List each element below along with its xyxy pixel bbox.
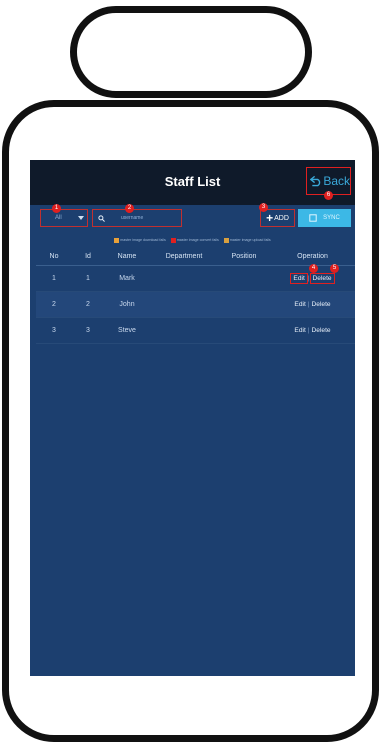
sync-button[interactable]: SYNC: [298, 209, 351, 227]
search-icon: [98, 214, 105, 222]
cell-name: Mark: [104, 265, 150, 292]
device-top-cap: [70, 6, 312, 98]
legend-item: master image convert fails: [170, 237, 219, 243]
table-row: 2 2 John Edit | Delete: [36, 291, 355, 318]
back-label: Back: [323, 174, 350, 188]
cell-department: [150, 265, 218, 292]
add-button[interactable]: + ADD: [260, 209, 295, 227]
delete-button[interactable]: Delete: [310, 301, 333, 308]
marker-3: 3: [259, 203, 268, 212]
staff-table: No Id Name Department Position Operation…: [36, 248, 355, 344]
delete-button[interactable]: Delete: [309, 273, 335, 284]
filter-value: All: [55, 215, 62, 221]
marker-5: 5: [330, 264, 339, 273]
cell-position: [218, 317, 270, 344]
sync-label: SYNC: [323, 215, 340, 221]
column-header-name: Name: [104, 248, 150, 266]
edit-button[interactable]: Edit: [290, 273, 308, 284]
column-header-id: Id: [72, 248, 104, 266]
cell-name: Steve: [104, 317, 150, 344]
legend-swatch: [170, 237, 176, 243]
legend-swatch: [114, 237, 120, 243]
legend-label: master image convert fails: [176, 238, 219, 242]
cell-no: 3: [36, 317, 72, 344]
marker-2: 2: [125, 204, 134, 213]
column-header-no: No: [36, 248, 72, 266]
cell-operation: Edit | Delete: [270, 291, 355, 318]
cell-id: 3: [72, 317, 104, 344]
sync-icon: [309, 214, 317, 222]
cell-id: 2: [72, 291, 104, 318]
back-arrow-icon: [310, 175, 321, 187]
plus-icon: +: [266, 211, 274, 225]
table-header-row: No Id Name Department Position Operation: [36, 248, 355, 266]
cell-position: [218, 265, 270, 292]
legend-item: master image upload fails: [223, 237, 271, 243]
cell-department: [150, 291, 218, 318]
delete-button[interactable]: Delete: [310, 327, 333, 334]
status-legend: master image download fails master image…: [30, 235, 355, 245]
app-screen: Staff List Back 6 All 1 username 2 + ADD: [30, 160, 355, 676]
marker-6: 6: [324, 191, 333, 200]
marker-4: 4: [309, 264, 318, 273]
cell-department: [150, 317, 218, 344]
cell-id: 1: [72, 265, 104, 292]
cell-position: [218, 291, 270, 318]
legend-swatch: [223, 237, 229, 243]
edit-button[interactable]: Edit: [292, 301, 307, 308]
table-row: 1 1 Mark Edit | Delete: [36, 265, 355, 292]
search-input[interactable]: username: [92, 209, 182, 227]
cell-name: John: [104, 291, 150, 318]
table-row: 3 3 Steve Edit | Delete: [36, 317, 355, 344]
title-bar: Staff List Back 6: [30, 160, 355, 205]
column-header-operation: Operation: [270, 248, 355, 266]
legend-item: master image download fails: [114, 237, 166, 243]
search-placeholder: username: [121, 215, 144, 221]
cell-no: 2: [36, 291, 72, 318]
column-header-department: Department: [150, 248, 218, 266]
cell-operation: Edit | Delete: [270, 317, 355, 344]
cell-no: 1: [36, 265, 72, 292]
marker-1: 1: [52, 204, 61, 213]
edit-button[interactable]: Edit: [292, 327, 307, 334]
legend-label: master image upload fails: [229, 238, 271, 242]
add-label: ADD: [274, 214, 289, 222]
legend-label: master image download fails: [120, 238, 166, 242]
chevron-down-icon: [78, 216, 84, 220]
column-header-position: Position: [218, 248, 270, 266]
